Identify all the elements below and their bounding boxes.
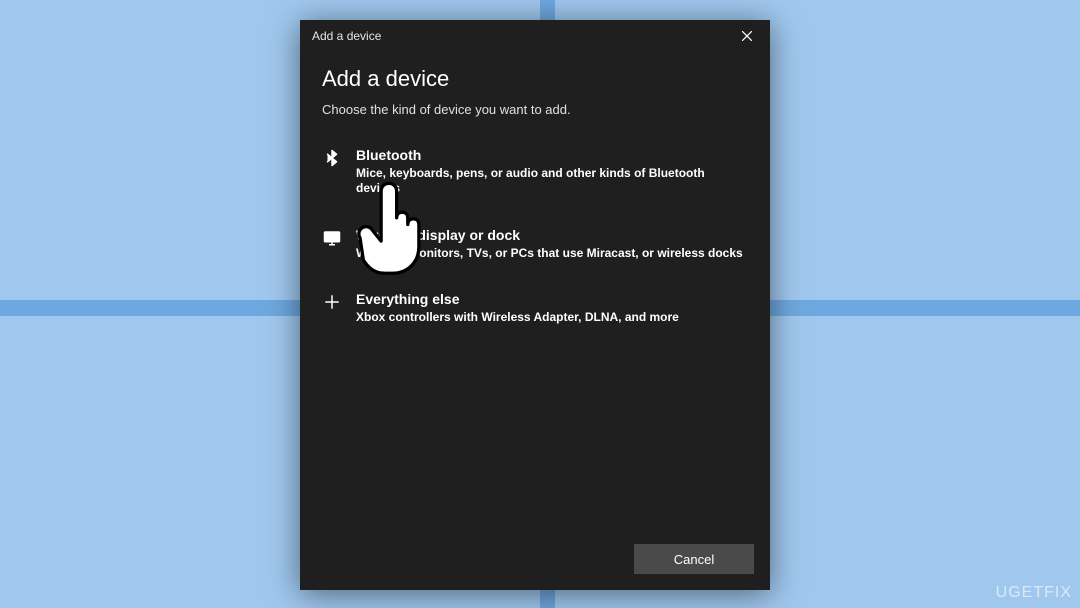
close-button[interactable]: [724, 20, 770, 52]
dialog-subheading: Choose the kind of device you want to ad…: [322, 102, 748, 117]
option-everything-else[interactable]: Everything else Xbox controllers with Wi…: [322, 281, 748, 341]
dialog-content: Add a device Choose the kind of device y…: [300, 52, 770, 534]
option-title: Wireless display or dock: [356, 227, 743, 244]
plus-icon: [322, 291, 342, 325]
option-desc: Xbox controllers with Wireless Adapter, …: [356, 310, 679, 326]
option-wireless-display[interactable]: Wireless display or dock Wireless monito…: [322, 217, 748, 277]
dialog-footer: Cancel: [300, 534, 770, 590]
titlebar: Add a device: [300, 20, 770, 52]
add-device-dialog: Add a device Add a device Choose the kin…: [300, 20, 770, 590]
window-title: Add a device: [312, 29, 381, 43]
watermark: UGETFIX: [996, 584, 1072, 602]
option-bluetooth[interactable]: Bluetooth Mice, keyboards, pens, or audi…: [322, 137, 748, 213]
option-text: Wireless display or dock Wireless monito…: [356, 227, 743, 261]
option-desc: Mice, keyboards, pens, or audio and othe…: [356, 166, 748, 197]
option-text: Everything else Xbox controllers with Wi…: [356, 291, 679, 325]
option-text: Bluetooth Mice, keyboards, pens, or audi…: [356, 147, 748, 197]
cancel-button[interactable]: Cancel: [634, 544, 754, 574]
dialog-heading: Add a device: [322, 66, 748, 92]
close-icon: [742, 31, 752, 41]
monitor-icon: [322, 227, 342, 261]
option-desc: Wireless monitors, TVs, or PCs that use …: [356, 246, 743, 262]
bluetooth-icon: [322, 147, 342, 197]
option-title: Everything else: [356, 291, 679, 308]
option-title: Bluetooth: [356, 147, 748, 164]
